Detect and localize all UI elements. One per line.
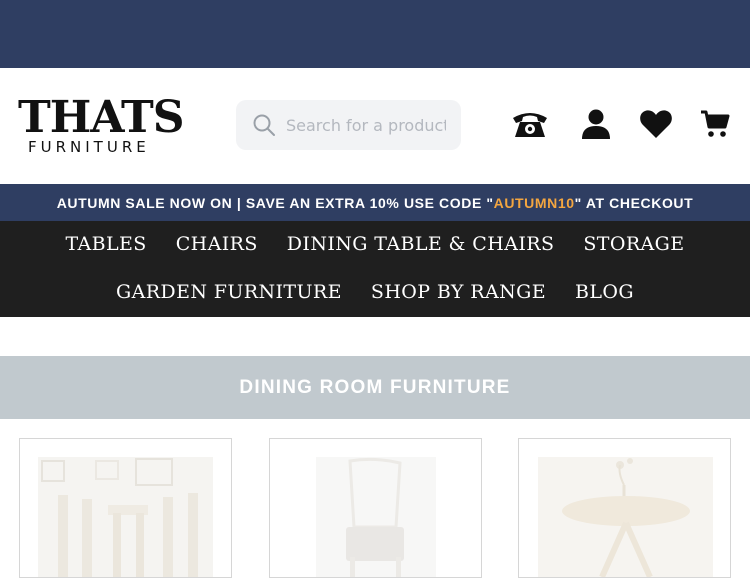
product-image[interactable] (38, 457, 213, 577)
search-box[interactable] (236, 100, 461, 150)
logo-wordmark: THATS (18, 92, 185, 143)
search-input[interactable] (286, 113, 446, 137)
nav-item-blog[interactable]: BLOG (575, 281, 634, 303)
logo-subtitle: FURNITURE (28, 138, 150, 156)
account-icon[interactable] (576, 106, 616, 142)
product-image[interactable] (316, 457, 436, 577)
promo-text-suffix: " AT CHECKOUT (574, 194, 694, 211)
section-title: DINING ROOM FURNITURE (239, 376, 511, 398)
nav-item-chairs[interactable]: CHAIRS (176, 233, 258, 255)
product-card[interactable] (269, 438, 482, 578)
logo[interactable]: THATS FURNITURE (18, 94, 190, 158)
wishlist-heart-icon[interactable] (636, 106, 676, 142)
nav-row-2: GARDEN FURNITURE SHOP BY RANGE BLOG (0, 281, 750, 303)
promo-code: AUTUMN10 (493, 194, 575, 211)
site-header: THATS FURNITURE (0, 68, 750, 184)
nav-row-1: TABLES CHAIRS DINING TABLE & CHAIRS STOR… (0, 233, 750, 255)
product-card[interactable] (19, 438, 232, 578)
nav-item-storage[interactable]: STORAGE (583, 233, 684, 255)
search-icon[interactable] (252, 113, 276, 137)
nav-item-shop-by-range[interactable]: SHOP BY RANGE (371, 281, 546, 303)
nav-item-garden-furniture[interactable]: GARDEN FURNITURE (116, 281, 342, 303)
promo-text-prefix: AUTUMN SALE NOW ON | SAVE AN EXTRA 10% U… (56, 194, 494, 211)
nav-item-tables[interactable]: TABLES (66, 233, 147, 255)
section-title-bar: DINING ROOM FURNITURE (0, 356, 750, 419)
promo-banner: AUTUMN SALE NOW ON | SAVE AN EXTRA 10% U… (0, 184, 750, 221)
phone-icon[interactable] (510, 106, 550, 142)
product-card[interactable] (518, 438, 731, 578)
product-image[interactable] (538, 457, 713, 577)
main-navigation: TABLES CHAIRS DINING TABLE & CHAIRS STOR… (0, 221, 750, 317)
cart-icon[interactable] (695, 106, 735, 142)
nav-item-dining-table-chairs[interactable]: DINING TABLE & CHAIRS (287, 233, 555, 255)
top-banner (0, 0, 750, 68)
